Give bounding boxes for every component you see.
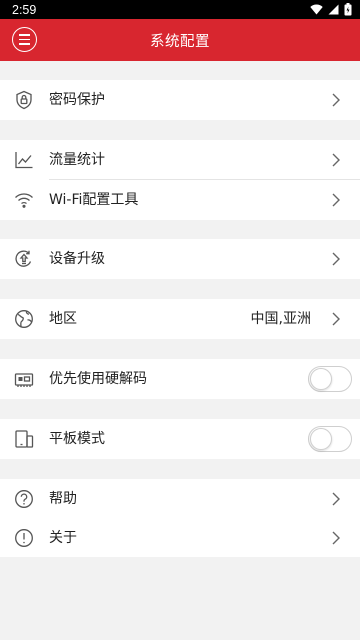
- page-title: 系统配置: [150, 33, 210, 50]
- chip-icon: [14, 369, 34, 389]
- chevron-right-icon: [332, 153, 340, 167]
- menu-item-label: 关于: [49, 530, 77, 546]
- chevron-right-icon: [332, 252, 340, 266]
- menu-item-region[interactable]: 地区 中国,亚洲: [0, 299, 360, 339]
- tablet-icon: [14, 429, 34, 449]
- status-bar: 2:59: [0, 0, 360, 19]
- battery-icon: [344, 3, 352, 16]
- menu-item-wifi-tool[interactable]: Wi-Fi配置工具: [0, 180, 360, 220]
- line-chart-icon: [14, 150, 34, 170]
- menu-item-upgrade[interactable]: 设备升级: [0, 239, 360, 279]
- menu-item-label: 优先使用硬解码: [49, 371, 147, 387]
- help-icon: [14, 489, 34, 509]
- chevron-right-icon: [332, 492, 340, 506]
- chevron-right-icon: [332, 531, 340, 545]
- status-time: 2:59: [12, 2, 37, 17]
- info-icon: [14, 528, 34, 548]
- menu-item-label: 密码保护: [49, 92, 105, 108]
- menu-item-label: 地区: [49, 311, 77, 327]
- menu-item-label: 平板模式: [49, 431, 105, 447]
- shield-lock-icon: [14, 90, 34, 110]
- menu-icon[interactable]: [12, 27, 37, 52]
- toggle-knob: [310, 428, 332, 450]
- wifi-signal-icon: [310, 4, 323, 15]
- globe-icon: [14, 309, 34, 329]
- menu-item-hw-decode: 优先使用硬解码: [0, 359, 360, 399]
- wifi-icon: [14, 190, 34, 210]
- chevron-right-icon: [332, 93, 340, 107]
- tablet-mode-toggle[interactable]: [308, 426, 352, 452]
- app-bar: 系统配置: [0, 19, 360, 61]
- menu-item-help[interactable]: 帮助: [0, 479, 360, 519]
- toggle-knob: [310, 368, 332, 390]
- menu-item-password[interactable]: 密码保护: [0, 80, 360, 120]
- empty-area: [0, 557, 360, 640]
- menu-item-label: 设备升级: [49, 251, 105, 267]
- chevron-right-icon: [332, 312, 340, 326]
- menu-item-traffic[interactable]: 流量统计: [0, 140, 360, 180]
- chevron-right-icon: [332, 193, 340, 207]
- cell-signal-icon: [328, 4, 339, 15]
- hw-decode-toggle[interactable]: [308, 366, 352, 392]
- menu-item-about[interactable]: 关于: [0, 518, 360, 558]
- menu-item-label: 流量统计: [49, 152, 105, 168]
- menu-item-label: 帮助: [49, 491, 77, 507]
- upgrade-icon: [14, 249, 34, 269]
- region-value: 中国,亚洲: [250, 311, 311, 327]
- menu-item-tablet: 平板模式: [0, 419, 360, 459]
- menu-item-label: Wi-Fi配置工具: [49, 192, 139, 208]
